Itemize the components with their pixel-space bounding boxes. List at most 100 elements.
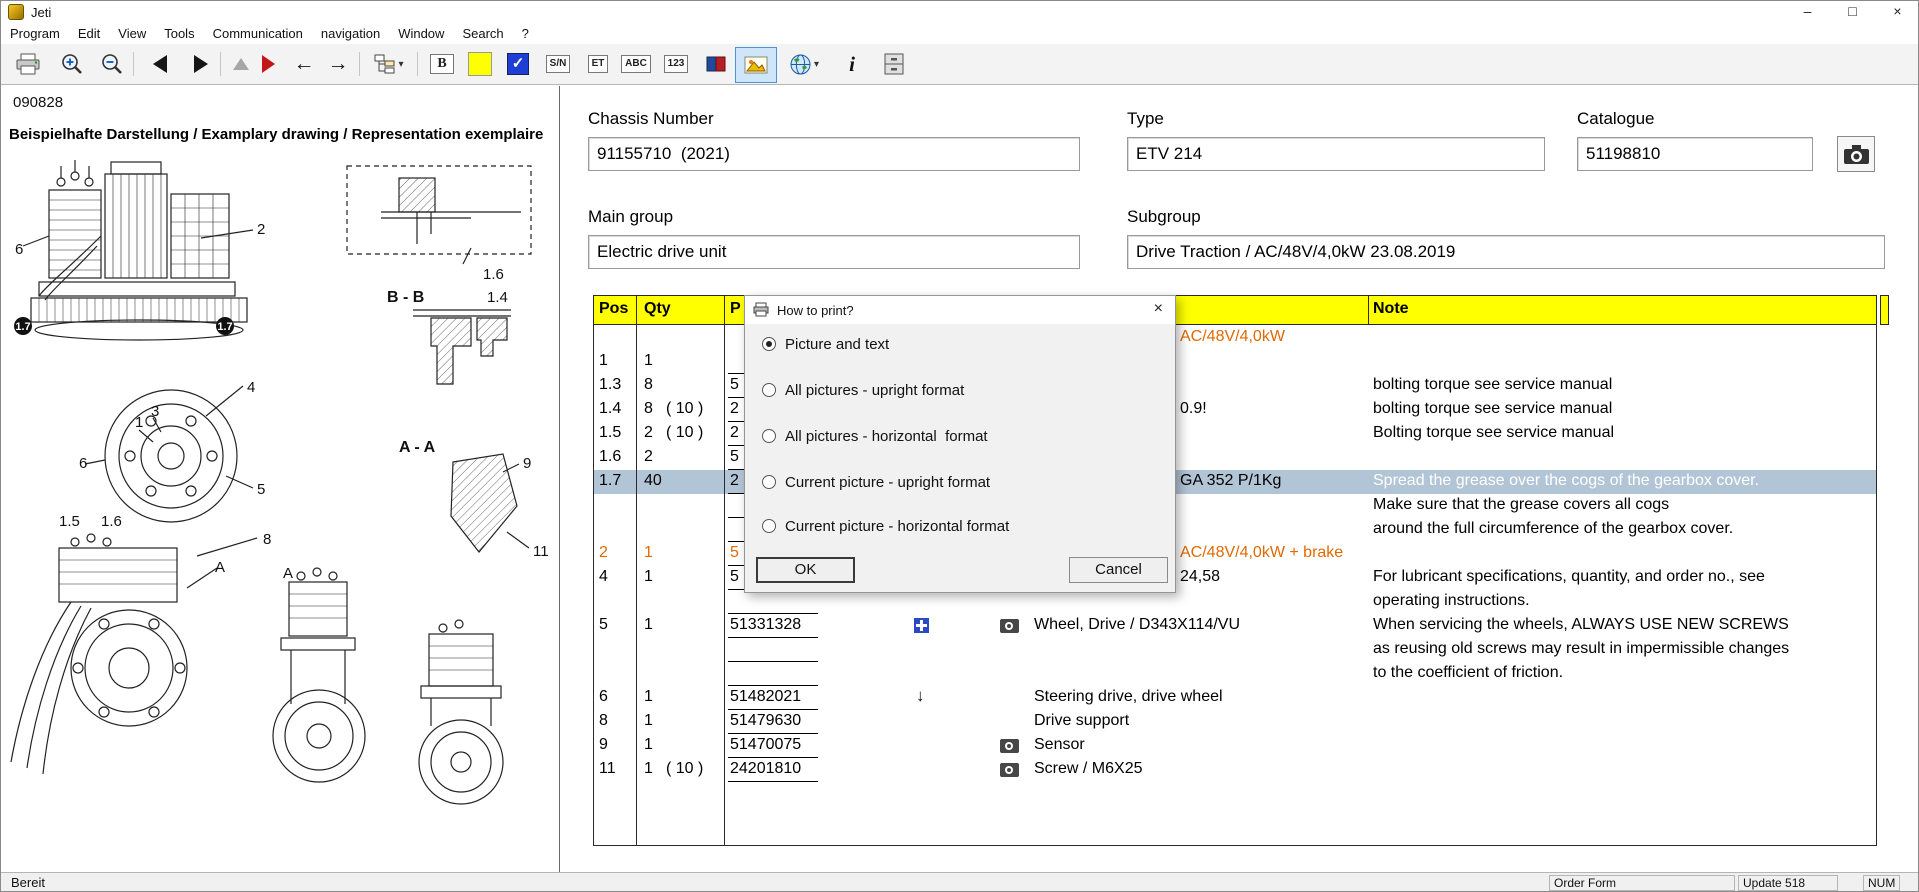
catalogue-label: Catalogue [1577, 109, 1655, 128]
menu-tools[interactable]: Tools [155, 23, 203, 44]
menu-search[interactable]: Search [453, 23, 512, 44]
cancel-button[interactable]: Cancel [1069, 557, 1168, 583]
qty-cell: 1 [644, 736, 653, 753]
print-option-4[interactable]: Current picture - upright format [762, 474, 990, 496]
table-row[interactable]: 9 1 51470075 Sensor [594, 734, 1876, 758]
picture-icon[interactable] [1000, 739, 1019, 753]
svg-text:B - B: B - B [387, 289, 424, 306]
et-list-button[interactable]: ET [579, 47, 617, 81]
table-row[interactable]: 5 1 51331328 Wheel, Drive / D343X114/VU When… [594, 614, 1876, 638]
abc-sort-button[interactable]: ABC [617, 47, 655, 81]
catalogue-photo-button[interactable] [1837, 136, 1875, 172]
next-picture-button[interactable] [182, 47, 220, 81]
info-button[interactable]: i [833, 47, 871, 81]
table-row[interactable]: to the coefficient of friction. [594, 662, 1876, 686]
catalogue-field[interactable]: 51198810 [1577, 137, 1813, 171]
back-arrow-icon: ← [293, 52, 315, 75]
menu-navigation[interactable]: navigation [312, 23, 389, 44]
part-number-cell: 5 [730, 544, 739, 561]
table-row[interactable]: as reusing old screws may result in impe… [594, 638, 1876, 662]
menu-window[interactable]: Window [389, 23, 453, 44]
part-number-cell: 51479630 [730, 712, 802, 729]
print-button[interactable] [9, 47, 47, 81]
go-forward-red-button[interactable] [253, 47, 283, 81]
table-scroll-strip[interactable] [1880, 295, 1889, 325]
dialog-printer-icon [753, 302, 769, 317]
bold-info-button[interactable]: B [423, 47, 461, 81]
main-group-field[interactable]: Electric drive unit [588, 235, 1080, 269]
status-ready: Bereit [11, 875, 45, 890]
chassis-number-field[interactable]: 91155710 (2021) [588, 137, 1080, 171]
qty-cell: 8 [644, 400, 653, 417]
svg-text:4: 4 [247, 379, 255, 396]
table-row[interactable]: 8 1 51479630 Drive support [594, 710, 1876, 734]
description-extra-cell: GA 352 P/1Kg [1180, 472, 1282, 489]
down-arrow-icon[interactable]: ↓ [916, 686, 925, 706]
radio-icon[interactable] [762, 429, 776, 443]
radio-icon[interactable] [762, 519, 776, 533]
type-field[interactable]: ETV 214 [1127, 137, 1545, 171]
menu-communication[interactable]: Communication [204, 23, 312, 44]
window-title: Jeti [31, 5, 52, 20]
qty-alt-cell: ( 10 ) [666, 424, 704, 441]
part-number-cell: 51331328 [730, 616, 802, 633]
description-extra-cell: 24,58 [1180, 568, 1221, 585]
language-globe-button[interactable]: ▾ [779, 47, 829, 81]
radio-icon[interactable] [762, 383, 776, 397]
table-row[interactable]: 11 1( 10 ) 24201810 Screw / M6X25 [594, 758, 1876, 782]
history-forward-button[interactable]: → [321, 47, 355, 81]
svg-text:5: 5 [257, 481, 265, 498]
subgroup-label: Subgroup [1127, 207, 1201, 226]
print-option-label: All pictures - upright format [785, 382, 965, 399]
picture-icon[interactable] [1000, 619, 1019, 633]
subgroup-field[interactable]: Drive Traction / AC/48V/4,0kW 23.08.2019 [1127, 235, 1885, 269]
tree-view-button[interactable]: ▾ [365, 47, 413, 81]
print-option-3[interactable]: All pictures - horizontal format [762, 428, 988, 450]
info-icon: i [849, 51, 855, 76]
previous-picture-button[interactable] [141, 47, 179, 81]
service-icon[interactable] [914, 618, 929, 633]
description-cell: Sensor [1034, 736, 1085, 753]
dialog-close-icon[interactable]: × [1154, 300, 1163, 318]
pos-cell: 2 [599, 544, 608, 561]
ok-button[interactable]: OK [756, 557, 855, 583]
history-back-button[interactable]: ← [287, 47, 321, 81]
highlight-button[interactable] [461, 47, 499, 81]
radio-icon[interactable] [762, 475, 776, 489]
svg-text:8: 8 [263, 531, 271, 548]
part-number-cell: 5 [730, 568, 739, 585]
close-button[interactable]: × [1875, 1, 1918, 23]
maximize-button[interactable]: □ [1830, 1, 1875, 23]
zoom-out-button[interactable] [93, 47, 131, 81]
menu-help[interactable]: ? [513, 23, 538, 44]
dialog-title-bar[interactable]: How to print? × [745, 296, 1175, 324]
table-row[interactable]: operating instructions. [594, 590, 1876, 614]
radio-icon[interactable] [762, 337, 776, 351]
print-option-label: All pictures - horizontal format [785, 428, 988, 445]
print-option-1[interactable]: Picture and text [762, 336, 889, 358]
menu-view[interactable]: View [109, 23, 155, 44]
description-cell: Steering drive, drive wheel [1034, 688, 1223, 705]
drawing-caption: Beispielhafte Darstellung / Examplary dr… [9, 126, 544, 143]
description-cell: Screw / M6X25 [1034, 760, 1143, 777]
picture-icon[interactable] [1000, 763, 1019, 777]
checkbox-filter-button[interactable]: ✓ [499, 47, 537, 81]
description-extra-cell: AC/48V/4,0kW + brake [1180, 544, 1344, 561]
zoom-in-button[interactable] [53, 47, 91, 81]
table-row[interactable]: 6 1 51482021 Steering drive, drive wheel ↓ [594, 686, 1876, 710]
menu-edit[interactable]: Edit [69, 23, 109, 44]
print-option-2[interactable]: All pictures - upright format [762, 382, 964, 404]
dropdown-caret-icon: ▾ [398, 58, 404, 70]
part-underline [728, 781, 818, 782]
serial-number-button[interactable]: S/N [539, 47, 577, 81]
menu-program[interactable]: Program [1, 23, 69, 44]
note-cell: as reusing old screws may result in impe… [1373, 640, 1790, 657]
picture-view-icon [744, 56, 768, 74]
picture-view-button-selected[interactable] [735, 47, 777, 83]
numeric-sort-button[interactable]: 123 [657, 47, 695, 81]
minimize-button[interactable]: – [1785, 1, 1830, 23]
pos-cell: 1 [599, 352, 608, 369]
catalog-book-button[interactable] [697, 47, 735, 81]
archive-button[interactable] [875, 47, 913, 81]
print-option-5[interactable]: Current picture - horizontal format [762, 518, 1009, 540]
